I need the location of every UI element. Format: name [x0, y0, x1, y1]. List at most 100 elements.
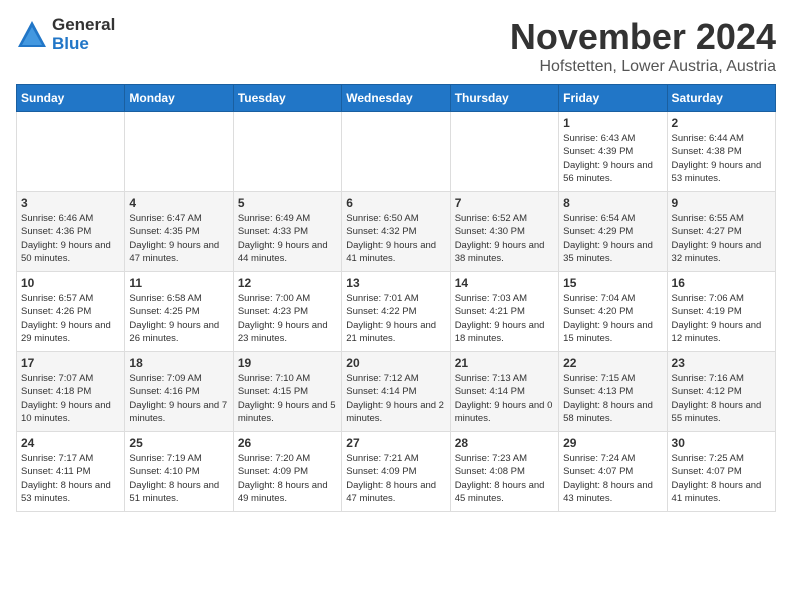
calendar-cell: 13 Sunrise: 7:01 AM Sunset: 4:22 PM Dayli… [342, 272, 450, 352]
calendar-cell: 22 Sunrise: 7:15 AM Sunset: 4:13 PM Dayli… [559, 352, 667, 432]
calendar-cell: 20Sunrise: 7:12 AM Sunset: 4:14 PM Dayli… [342, 352, 450, 432]
location-subtitle: Hofstetten, Lower Austria, Austria [510, 58, 776, 76]
calendar-cell: 9 Sunrise: 6:55 AM Sunset: 4:27 PM Daylig… [667, 192, 775, 272]
calendar-cell: 26 Sunrise: 7:20 AM Sunset: 4:09 PM Dayli… [233, 432, 341, 512]
day-info: Sunrise: 6:54 AM Sunset: 4:29 PM Dayligh… [563, 212, 662, 265]
day-info: Sunrise: 7:15 AM Sunset: 4:13 PM Dayligh… [563, 372, 662, 425]
calendar-week-row: 3 Sunrise: 6:46 AM Sunset: 4:36 PM Daylig… [17, 192, 776, 272]
day-number: 29 [563, 436, 662, 450]
day-number: 25 [129, 436, 228, 450]
day-number: 26 [238, 436, 337, 450]
day-number: 15 [563, 276, 662, 290]
title-area: November 2024 Hofstetten, Lower Austria,… [510, 16, 776, 76]
calendar-cell [125, 112, 233, 192]
calendar-cell: 17 Sunrise: 7:07 AM Sunset: 4:18 PM Dayli… [17, 352, 125, 432]
day-number: 8 [563, 196, 662, 210]
day-info: Sunrise: 7:07 AM Sunset: 4:18 PM Dayligh… [21, 372, 120, 425]
day-info: Sunrise: 7:20 AM Sunset: 4:09 PM Dayligh… [238, 452, 337, 505]
logo-icon [16, 19, 48, 51]
day-number: 10 [21, 276, 120, 290]
day-info: Sunrise: 7:04 AM Sunset: 4:20 PM Dayligh… [563, 292, 662, 345]
calendar-cell: 8 Sunrise: 6:54 AM Sunset: 4:29 PM Daylig… [559, 192, 667, 272]
day-info: Sunrise: 6:52 AM Sunset: 4:30 PM Dayligh… [455, 212, 554, 265]
logo-general: General [52, 16, 115, 35]
month-title: November 2024 [510, 16, 776, 58]
calendar-cell: 6Sunrise: 6:50 AM Sunset: 4:32 PM Daylig… [342, 192, 450, 272]
day-info: Sunrise: 6:44 AM Sunset: 4:38 PM Dayligh… [672, 132, 771, 185]
day-number: 2 [672, 116, 771, 130]
calendar-cell: 16Sunrise: 7:06 AM Sunset: 4:19 PM Dayli… [667, 272, 775, 352]
day-number: 9 [672, 196, 771, 210]
calendar-cell: 23 Sunrise: 7:16 AM Sunset: 4:12 PM Dayli… [667, 352, 775, 432]
calendar-cell: 4 Sunrise: 6:47 AM Sunset: 4:35 PM Daylig… [125, 192, 233, 272]
calendar-cell: 30 Sunrise: 7:25 AM Sunset: 4:07 PM Dayli… [667, 432, 775, 512]
calendar-cell: 1 Sunrise: 6:43 AM Sunset: 4:39 PM Daylig… [559, 112, 667, 192]
day-info: Sunrise: 6:47 AM Sunset: 4:35 PM Dayligh… [129, 212, 228, 265]
day-info: Sunrise: 6:46 AM Sunset: 4:36 PM Dayligh… [21, 212, 120, 265]
day-header-wednesday: Wednesday [342, 85, 450, 112]
day-info: Sunrise: 6:43 AM Sunset: 4:39 PM Dayligh… [563, 132, 662, 185]
day-header-sunday: Sunday [17, 85, 125, 112]
day-info: Sunrise: 7:12 AM Sunset: 4:14 PM Dayligh… [346, 372, 445, 425]
day-header-tuesday: Tuesday [233, 85, 341, 112]
day-info: Sunrise: 6:58 AM Sunset: 4:25 PM Dayligh… [129, 292, 228, 345]
calendar-week-row: 1 Sunrise: 6:43 AM Sunset: 4:39 PM Daylig… [17, 112, 776, 192]
calendar-cell [450, 112, 558, 192]
calendar-week-row: 17 Sunrise: 7:07 AM Sunset: 4:18 PM Dayli… [17, 352, 776, 432]
calendar-cell: 10 Sunrise: 6:57 AM Sunset: 4:26 PM Dayli… [17, 272, 125, 352]
day-header-saturday: Saturday [667, 85, 775, 112]
day-info: Sunrise: 7:24 AM Sunset: 4:07 PM Dayligh… [563, 452, 662, 505]
day-info: Sunrise: 7:01 AM Sunset: 4:22 PM Dayligh… [346, 292, 445, 345]
calendar-cell: 28 Sunrise: 7:23 AM Sunset: 4:08 PM Dayli… [450, 432, 558, 512]
day-info: Sunrise: 6:57 AM Sunset: 4:26 PM Dayligh… [21, 292, 120, 345]
calendar-cell: 11 Sunrise: 6:58 AM Sunset: 4:25 PM Dayli… [125, 272, 233, 352]
calendar-week-row: 24Sunrise: 7:17 AM Sunset: 4:11 PM Dayli… [17, 432, 776, 512]
day-info: Sunrise: 7:03 AM Sunset: 4:21 PM Dayligh… [455, 292, 554, 345]
calendar-cell: 25 Sunrise: 7:19 AM Sunset: 4:10 PM Dayli… [125, 432, 233, 512]
day-number: 30 [672, 436, 771, 450]
day-info: Sunrise: 7:13 AM Sunset: 4:14 PM Dayligh… [455, 372, 554, 425]
day-number: 23 [672, 356, 771, 370]
logo-blue: Blue [52, 35, 115, 54]
day-number: 13 [346, 276, 445, 290]
calendar-cell [233, 112, 341, 192]
calendar-cell: 29 Sunrise: 7:24 AM Sunset: 4:07 PM Dayli… [559, 432, 667, 512]
day-header-thursday: Thursday [450, 85, 558, 112]
day-info: Sunrise: 7:10 AM Sunset: 4:15 PM Dayligh… [238, 372, 337, 425]
day-number: 21 [455, 356, 554, 370]
day-info: Sunrise: 6:55 AM Sunset: 4:27 PM Dayligh… [672, 212, 771, 265]
calendar-cell: 7 Sunrise: 6:52 AM Sunset: 4:30 PM Daylig… [450, 192, 558, 272]
day-info: Sunrise: 7:06 AM Sunset: 4:19 PM Dayligh… [672, 292, 771, 345]
day-number: 18 [129, 356, 228, 370]
day-info: Sunrise: 7:19 AM Sunset: 4:10 PM Dayligh… [129, 452, 228, 505]
day-number: 7 [455, 196, 554, 210]
calendar-cell: 3 Sunrise: 6:46 AM Sunset: 4:36 PM Daylig… [17, 192, 125, 272]
day-info: Sunrise: 7:23 AM Sunset: 4:08 PM Dayligh… [455, 452, 554, 505]
calendar-cell [17, 112, 125, 192]
day-info: Sunrise: 7:17 AM Sunset: 4:11 PM Dayligh… [21, 452, 120, 505]
day-number: 1 [563, 116, 662, 130]
day-number: 5 [238, 196, 337, 210]
day-number: 22 [563, 356, 662, 370]
calendar-cell: 24Sunrise: 7:17 AM Sunset: 4:11 PM Dayli… [17, 432, 125, 512]
day-number: 12 [238, 276, 337, 290]
day-info: Sunrise: 7:16 AM Sunset: 4:12 PM Dayligh… [672, 372, 771, 425]
calendar-cell: 12Sunrise: 7:00 AM Sunset: 4:23 PM Dayli… [233, 272, 341, 352]
day-number: 14 [455, 276, 554, 290]
calendar-cell: 27Sunrise: 7:21 AM Sunset: 4:09 PM Dayli… [342, 432, 450, 512]
calendar-cell: 14 Sunrise: 7:03 AM Sunset: 4:21 PM Dayli… [450, 272, 558, 352]
day-number: 11 [129, 276, 228, 290]
day-info: Sunrise: 6:49 AM Sunset: 4:33 PM Dayligh… [238, 212, 337, 265]
calendar-cell: 18Sunrise: 7:09 AM Sunset: 4:16 PM Dayli… [125, 352, 233, 432]
day-number: 4 [129, 196, 228, 210]
day-info: Sunrise: 7:25 AM Sunset: 4:07 PM Dayligh… [672, 452, 771, 505]
calendar-cell: 21 Sunrise: 7:13 AM Sunset: 4:14 PM Dayli… [450, 352, 558, 432]
day-number: 28 [455, 436, 554, 450]
calendar-header-row: SundayMondayTuesdayWednesdayThursdayFrid… [17, 85, 776, 112]
logo: General Blue [16, 16, 115, 53]
day-number: 17 [21, 356, 120, 370]
day-number: 3 [21, 196, 120, 210]
day-header-monday: Monday [125, 85, 233, 112]
day-header-friday: Friday [559, 85, 667, 112]
calendar-cell: 2 Sunrise: 6:44 AM Sunset: 4:38 PM Daylig… [667, 112, 775, 192]
